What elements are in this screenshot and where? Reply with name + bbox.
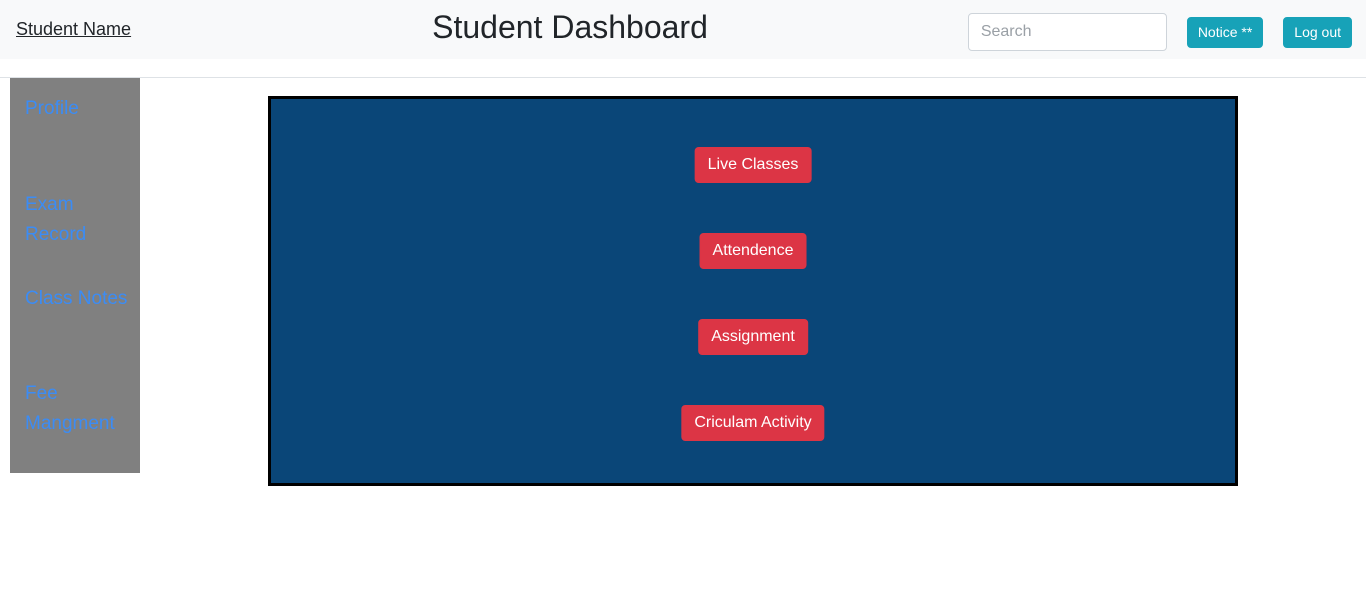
sidebar-item-class-notes[interactable]: Class Notes: [25, 284, 135, 314]
sidebar-item-profile[interactable]: Profile: [25, 94, 135, 124]
criculam-activity-button[interactable]: Criculam Activity: [681, 405, 825, 441]
sidebar-item-fee-mangment[interactable]: Fee Mangment: [25, 379, 135, 439]
search-input[interactable]: [967, 13, 1167, 51]
dashboard-panel: Live Classes Attendence Assignment Cricu…: [268, 96, 1238, 486]
logout-button[interactable]: Log out: [1283, 16, 1352, 48]
dashboard-action-list: Live Classes Attendence Assignment Cricu…: [271, 99, 1235, 483]
notice-button[interactable]: Notice **: [1186, 16, 1264, 48]
attendence-button[interactable]: Attendence: [699, 233, 807, 269]
header-actions: Notice ** Log out: [967, 13, 1352, 51]
header-divider: [0, 77, 1366, 78]
sidebar: Profile Exam Record Class Notes Fee Mang…: [10, 78, 140, 473]
sidebar-item-exam-record[interactable]: Exam Record: [25, 190, 135, 250]
top-navbar: Student Name Student Dashboard Notice **…: [0, 0, 1366, 59]
assignment-button[interactable]: Assignment: [698, 319, 808, 355]
live-classes-button[interactable]: Live Classes: [694, 147, 812, 183]
